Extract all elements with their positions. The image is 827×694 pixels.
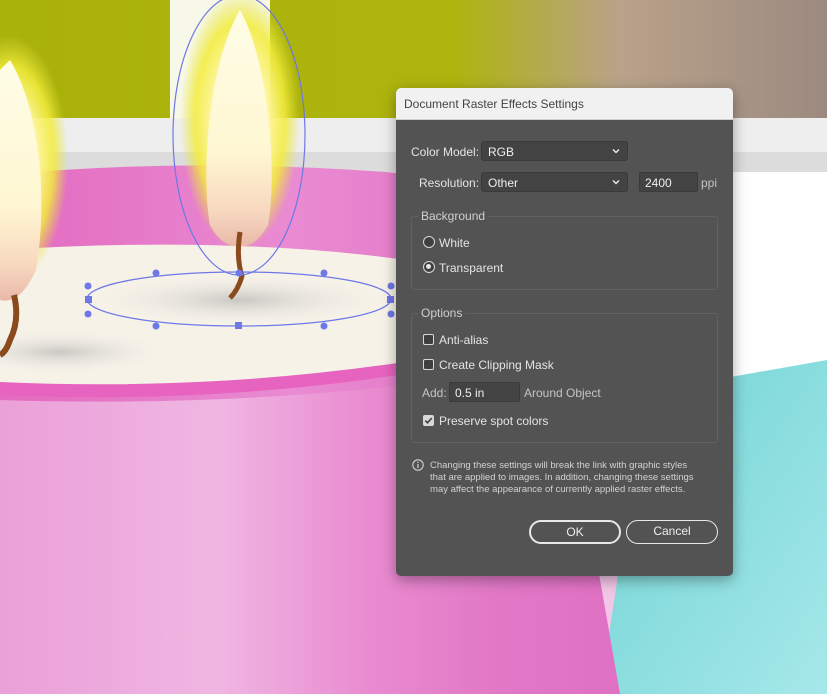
anti-alias-label[interactable]: Anti-alias [439,333,488,347]
white-radio[interactable] [423,236,435,248]
color-model-value: RGB [488,145,515,159]
chevron-down-icon [612,148,620,154]
color-model-select[interactable]: RGB [481,141,628,161]
note-line: may affect the appearance of currently a… [430,484,686,495]
add-input[interactable]: 0.5 in [449,382,520,402]
resolution-value: Other [488,176,519,190]
ppi-value: 2400 [645,176,672,190]
note-line: Changing these settings will break the l… [430,460,688,471]
note-line: that are applied to images. In addition,… [430,472,694,483]
preserve-spot-label[interactable]: Preserve spot colors [439,414,548,428]
chevron-down-icon [612,179,620,185]
ppi-input[interactable]: 2400 [639,172,698,192]
ppi-unit: ppi [701,176,718,190]
dialog-title-bar[interactable]: Document Raster Effects Settings [396,88,733,120]
dialog-title: Document Raster Effects Settings [404,97,584,111]
checkmark-icon [424,417,433,424]
clipping-mask-label[interactable]: Create Clipping Mask [439,358,554,372]
background-group-title: Background [418,209,489,223]
preserve-spot-checkbox[interactable] [423,415,434,426]
options-group-title: Options [418,306,466,320]
transparent-radio-label[interactable]: Transparent [439,261,503,275]
warning-note: Changing these settings will break the l… [430,460,720,496]
anti-alias-checkbox[interactable] [423,334,434,345]
raster-effects-dialog: Document Raster Effects Settings Color M… [396,88,733,576]
color-model-label: Color Model: [411,145,480,159]
around-object-label: Around Object [524,386,601,400]
background-group [411,216,718,290]
info-icon [412,459,424,471]
transparent-radio[interactable] [423,261,435,273]
cancel-button[interactable]: Cancel [626,520,718,544]
white-radio-label[interactable]: White [439,236,470,250]
ok-button[interactable]: OK [529,520,621,544]
clipping-mask-checkbox[interactable] [423,359,434,370]
add-value: 0.5 in [455,386,485,400]
add-label: Add: [422,386,447,400]
resolution-label: Resolution: [419,176,480,190]
resolution-select[interactable]: Other [481,172,628,192]
